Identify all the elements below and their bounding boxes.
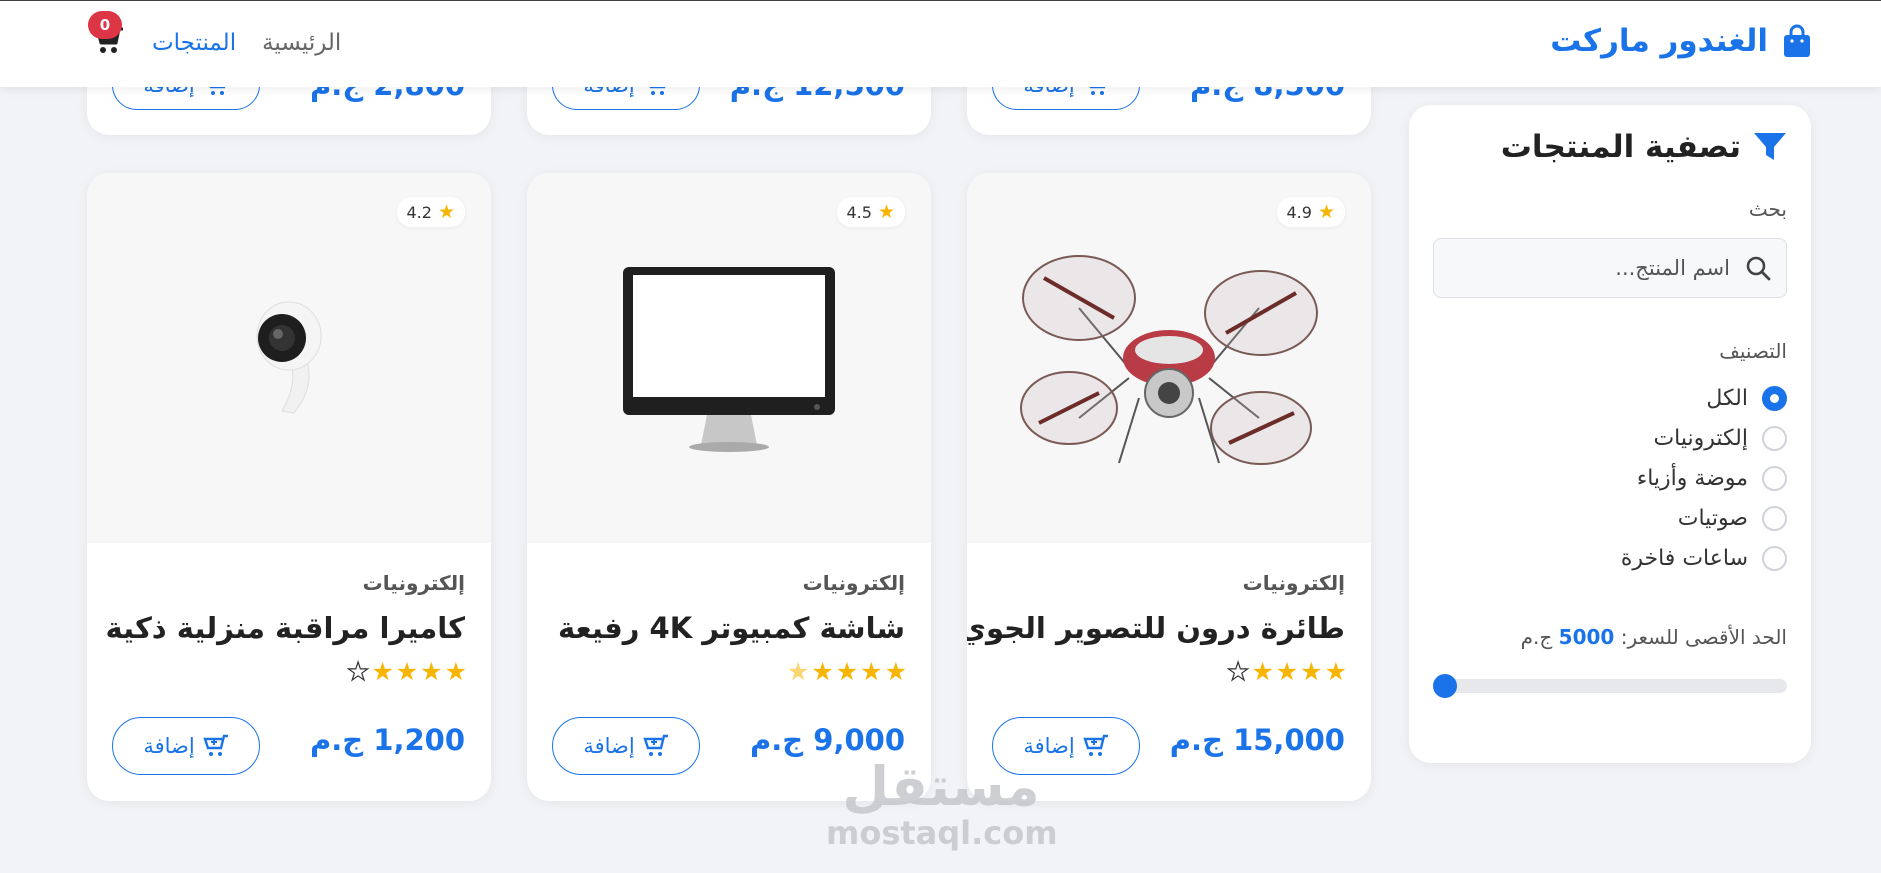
category-option-electronics[interactable]: إلكترونيات: [1653, 426, 1787, 451]
watermark: مستقل mostaql.com: [826, 755, 1058, 853]
shopping-bag-icon: [1784, 24, 1810, 57]
product-price: 9,000 ج.م: [749, 723, 905, 757]
add-to-cart-button[interactable]: إضافة: [552, 717, 700, 775]
star-icon: ★: [1275, 657, 1299, 686]
rating-value: 4.2: [406, 202, 432, 222]
star-icon: ★: [437, 201, 455, 223]
category-option-fashion[interactable]: موضة وأزياء: [1637, 466, 1787, 491]
cart-plus-icon: [1083, 734, 1108, 756]
star-icon: ★: [444, 657, 467, 686]
search-label: بحث: [1748, 197, 1787, 221]
add-button-label: إضافة: [143, 734, 195, 758]
monitor-image: [623, 267, 835, 452]
star-icon: ★: [395, 657, 419, 686]
nav-link-products[interactable]: المنتجات: [152, 30, 236, 56]
price-slider-thumb[interactable]: [1433, 674, 1457, 698]
add-to-cart-button[interactable]: إضافة: [112, 717, 260, 775]
star-icon: ★: [877, 201, 895, 223]
star-outline-icon: ★: [1226, 657, 1250, 686]
nav-link-home[interactable]: الرئيسية: [262, 30, 341, 56]
radio-button[interactable]: [1762, 386, 1787, 411]
filter-sidebar: تصفية المنتجات بحث التصنيف الكل إلكتروني…: [1409, 105, 1811, 763]
product-name[interactable]: كاميرا مراقبة منزلية ذكية: [106, 611, 465, 645]
filter-icon: [1754, 133, 1786, 160]
security-camera-image: [256, 301, 322, 414]
radio-button[interactable]: [1762, 546, 1787, 571]
product-image-area: ★ 4.9: [967, 173, 1371, 543]
star-rating: ★ ★ ★ ★ ★: [787, 659, 907, 684]
rating-badge: ★ 4.5: [836, 197, 905, 227]
product-image-area: ★ 4.5: [527, 173, 931, 543]
radio-button[interactable]: [1762, 426, 1787, 451]
cart-plus-icon: [203, 734, 228, 756]
category-option-label: الكل: [1706, 386, 1748, 411]
product-price: 15,000 ج.م: [1169, 723, 1345, 757]
star-icon: ★: [1324, 657, 1347, 686]
product-name[interactable]: شاشة كمبيوتر 4K رفيعة: [558, 611, 905, 645]
star-rating: ★ ★ ★ ★ ★: [1226, 657, 1347, 686]
star-half-icon: ★: [786, 657, 810, 686]
star-icon: ★: [811, 657, 834, 686]
category-option-label: موضة وأزياء: [1636, 466, 1748, 491]
category-option-watches[interactable]: ساعات فاخرة: [1621, 546, 1787, 571]
product-category: إلكترونيات: [802, 571, 905, 595]
product-image-area: ★ 4.2: [87, 173, 491, 543]
max-price-currency: ج.م: [1520, 625, 1553, 649]
star-icon: ★: [835, 657, 859, 686]
max-price-text: الحد الأقصى للسعر:: [1620, 625, 1787, 649]
radio-button[interactable]: [1762, 466, 1787, 491]
category-option-label: ساعات فاخرة: [1620, 546, 1748, 571]
brand-name: الغندور ماركت: [1550, 23, 1768, 59]
filter-title: تصفية المنتجات: [1501, 129, 1787, 165]
search-box[interactable]: [1433, 238, 1787, 298]
add-button-label: إضافة: [583, 734, 635, 758]
star-icon: ★: [1317, 201, 1335, 223]
product-card: ★ 4.2 إلكترونيات كاميرا مراقبة منزلية ذك…: [87, 173, 491, 801]
navbar: الغندور ماركت الرئيسية المنتجات 0: [0, 0, 1881, 87]
rating-badge: ★ 4.2: [396, 197, 465, 227]
product-category: إلكترونيات: [362, 571, 465, 595]
product-category: إلكترونيات: [1242, 571, 1345, 595]
category-option-label: إلكترونيات: [1653, 426, 1748, 451]
rating-value: 4.5: [846, 202, 872, 222]
rating-value: 4.9: [1286, 202, 1312, 222]
product-card: ★ 4.9 إلكترونيات طائرة درون للتصوير الجو…: [967, 173, 1371, 801]
product-info: إلكترونيات كاميرا مراقبة منزلية ذكية ★ ★…: [87, 543, 491, 801]
rating-badge: ★ 4.9: [1276, 197, 1345, 227]
cart-count-badge: 0: [88, 11, 122, 39]
drone-image: [1020, 255, 1318, 465]
category-option-all[interactable]: الكل: [1706, 386, 1787, 411]
star-icon: ★: [371, 657, 394, 686]
star-icon: ★: [884, 657, 907, 686]
cart-button[interactable]: 0: [88, 11, 126, 61]
cart-plus-icon: [643, 734, 668, 756]
filter-title-text: تصفية المنتجات: [1500, 129, 1741, 165]
nav-links: الرئيسية المنتجات 0: [88, 11, 341, 61]
price-slider[interactable]: [1433, 674, 1787, 698]
brand-logo[interactable]: الغندور ماركت: [1550, 23, 1812, 59]
star-icon: ★: [860, 657, 883, 686]
star-outline-icon: ★: [346, 657, 370, 686]
category-label: التصنيف: [1719, 339, 1787, 363]
search-input[interactable]: [1450, 256, 1730, 280]
watermark-arabic: مستقل: [842, 755, 1040, 818]
product-price: 1,200 ج.م: [309, 723, 465, 757]
product-name[interactable]: طائرة درون للتصوير الجوي: [967, 611, 1345, 645]
category-option-audio[interactable]: صوتيات: [1678, 506, 1787, 531]
search-icon: [1746, 256, 1771, 281]
category-option-label: صوتيات: [1677, 506, 1748, 531]
product-card: ★ 4.5 إلكترونيات شاشة كمبيوتر 4K رفيعة ★…: [527, 173, 931, 801]
star-icon: ★: [1251, 657, 1274, 686]
radio-button[interactable]: [1762, 506, 1787, 531]
max-price-label: الحد الأقصى للسعر: 5000 ج.م: [1521, 625, 1787, 649]
star-rating: ★ ★ ★ ★ ★: [346, 657, 467, 686]
watermark-latin: mostaql.com: [826, 814, 1058, 852]
star-icon: ★: [420, 657, 443, 686]
max-price-value: 5000: [1558, 625, 1615, 649]
star-icon: ★: [1300, 657, 1323, 686]
